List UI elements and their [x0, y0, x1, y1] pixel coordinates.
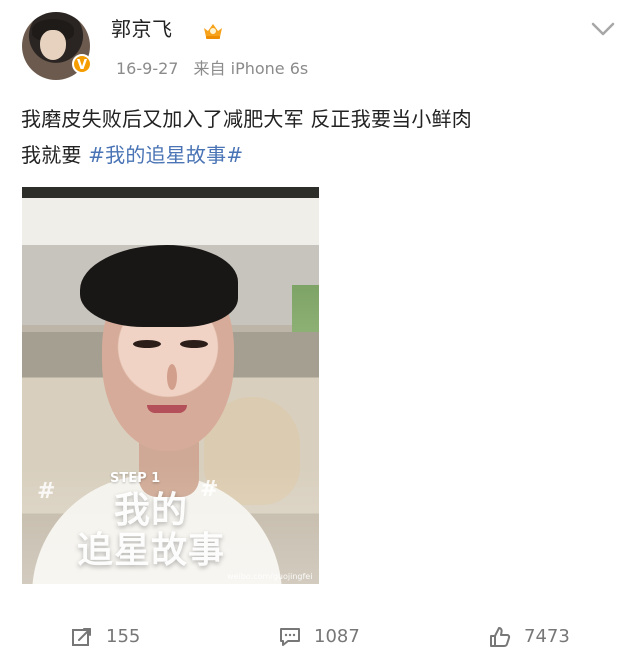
post-text-line-2: 我就要 #我的追星故事# — [21, 137, 631, 173]
like-count: 7473 — [524, 626, 570, 647]
overlay-title-line-2: 追星故事 — [76, 530, 225, 571]
comment-button[interactable]: 1087 — [278, 624, 360, 650]
action-bar: 155 1087 7473 — [0, 614, 640, 658]
repost-icon — [72, 628, 91, 646]
left-eye — [133, 340, 161, 348]
like-button[interactable]: 7473 — [488, 624, 570, 650]
overlay-title-line-1: 我的 — [113, 490, 188, 531]
image-watermark: weibo.com/guojingfei — [227, 572, 313, 581]
right-eye — [180, 340, 208, 348]
repost-count: 155 — [106, 626, 141, 647]
comment-count: 1087 — [314, 626, 360, 647]
chevron-down-icon[interactable] — [590, 20, 616, 38]
crown-icon — [204, 24, 222, 39]
nose — [167, 364, 177, 390]
repost-button[interactable]: 155 — [70, 624, 140, 650]
post-source: 来自 iPhone 6s — [193, 59, 309, 78]
weibo-post: V 郭京飞 16-9-27 来自 iPhone 6s 我磨皮失败后又加入了减肥大… — [0, 0, 640, 658]
verified-badge: V — [72, 54, 92, 74]
post-date: 16-9-27 — [116, 59, 179, 78]
post-text-line-1: 我磨皮失败后又加入了减肥大军 反正我要当小鲜肉 — [21, 107, 472, 131]
post-meta: 16-9-27 来自 iPhone 6s — [116, 59, 308, 79]
post-text-prefix: 我就要 — [21, 143, 89, 167]
avatar-face — [40, 30, 66, 60]
post-image[interactable]: STEP 1 # # 我的 追星故事 weibo.com/guojingfei — [22, 187, 319, 584]
overlay-title: 我的 追星故事 — [46, 491, 256, 571]
post-text: 我磨皮失败后又加入了减肥大军 反正我要当小鲜肉 我就要 #我的追星故事# — [21, 101, 631, 173]
hashtag-link[interactable]: #我的追星故事# — [88, 143, 243, 167]
step-label: STEP 1 — [110, 471, 161, 486]
username[interactable]: 郭京飞 — [111, 17, 173, 41]
comment-icon — [280, 628, 300, 646]
mouth — [147, 405, 187, 413]
thumbs-up-icon — [490, 627, 511, 647]
